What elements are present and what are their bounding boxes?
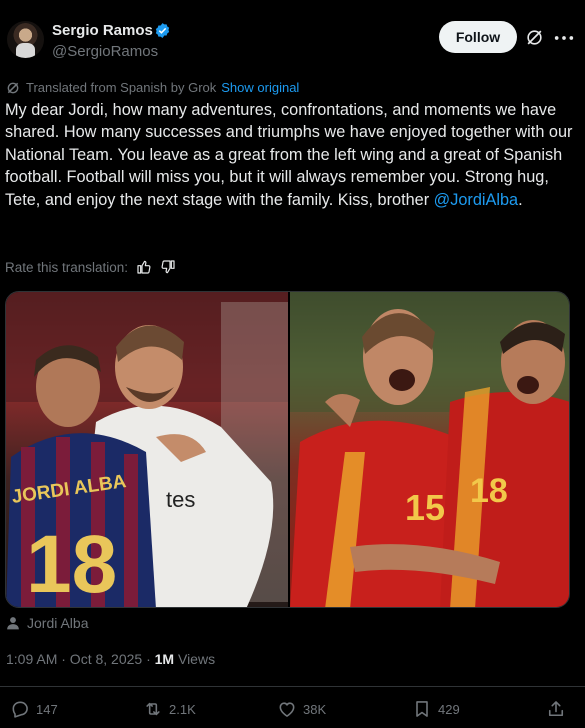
bookmark-count: 429 — [438, 701, 460, 717]
divider — [0, 686, 585, 687]
tagged-user-name[interactable]: Jordi Alba — [27, 615, 88, 631]
follow-button[interactable]: Follow — [439, 21, 517, 53]
repost-button[interactable]: 2.1K — [143, 699, 196, 719]
tweet-end: . — [518, 190, 523, 209]
photo-left-illustration: tes JORDI ALBA 18 — [6, 292, 288, 607]
translation-notice-text: Translated from Spanish by Grok — [26, 80, 217, 95]
share-icon — [548, 701, 564, 717]
reply-button[interactable]: 147 — [10, 699, 58, 719]
reply-icon — [12, 701, 28, 718]
author-name[interactable]: Sergio Ramos — [52, 22, 153, 39]
repost-count: 2.1K — [169, 701, 196, 717]
reply-count: 147 — [36, 701, 58, 717]
tagged-people[interactable]: Jordi Alba — [6, 615, 88, 631]
translation-notice: Translated from Spanish by Grok Show ori… — [6, 80, 299, 95]
photo-right-illustration: 15 18 — [290, 292, 569, 607]
repost-icon — [146, 702, 160, 716]
sponsor-text: tes — [166, 487, 195, 512]
share-button[interactable] — [546, 699, 572, 719]
like-count: 38K — [303, 701, 327, 717]
verified-badge-icon[interactable] — [154, 22, 171, 39]
photo-right[interactable]: 15 18 — [290, 292, 569, 607]
grok-icon[interactable] — [525, 28, 544, 47]
heart-icon — [279, 702, 295, 717]
views-label: Views — [174, 651, 216, 667]
bookmark-icon — [416, 701, 428, 717]
thumbs-up-icon[interactable] — [136, 259, 152, 275]
media-gallery: tes JORDI ALBA 18 15 18 — [5, 291, 570, 608]
bookmark-button[interactable]: 429 — [412, 699, 460, 719]
jersey-number-text: 18 — [26, 519, 117, 607]
like-button[interactable]: 38K — [277, 699, 326, 719]
grok-icon — [7, 82, 19, 93]
tweet-meta: 1:09 AM · Oct 8, 2025 · 1M Views — [6, 651, 215, 667]
avatar[interactable] — [7, 21, 44, 58]
mention-link[interactable]: @JordiAlba — [434, 191, 518, 209]
number-18-text: 18 — [470, 472, 508, 510]
tweet-header: Sergio Ramos @SergioRamos Follow — [0, 0, 585, 75]
action-bar: 147 2.1K 38K 429 — [0, 699, 585, 723]
show-original-link[interactable]: Show original — [221, 80, 299, 95]
person-icon — [7, 617, 19, 630]
views-count: 1M — [154, 651, 175, 667]
timestamp[interactable]: 1:09 AM · Oct 8, 2025 · — [6, 651, 155, 667]
rate-translation: Rate this translation: — [5, 259, 176, 275]
thumbs-down-icon[interactable] — [160, 259, 176, 275]
more-options-icon[interactable] — [553, 28, 575, 48]
number-15-text: 15 — [405, 487, 445, 528]
rate-translation-label: Rate this translation: — [5, 259, 129, 275]
tweet-text: My dear Jordi, how many adventures, conf… — [5, 99, 580, 211]
photo-left[interactable]: tes JORDI ALBA 18 — [6, 292, 288, 607]
author-handle[interactable]: @SergioRamos — [52, 43, 158, 60]
